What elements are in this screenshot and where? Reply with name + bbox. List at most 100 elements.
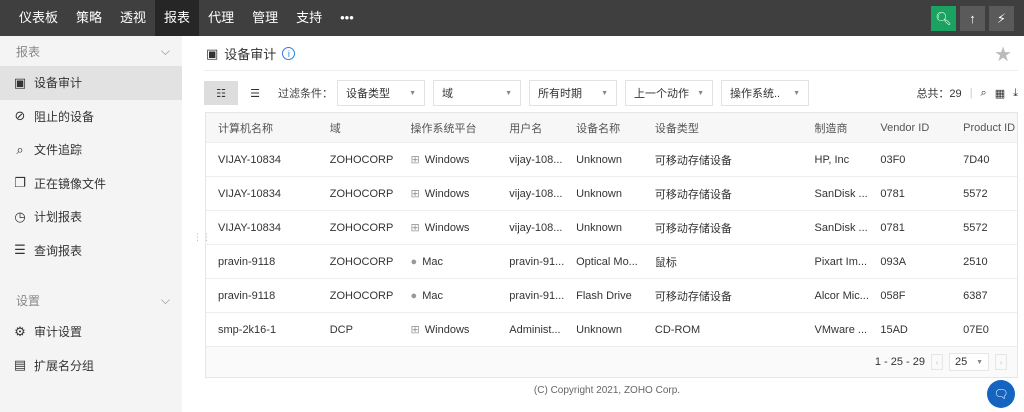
nav-tab-6[interactable]: 支持 <box>287 0 331 36</box>
table-cell: Optical Mo... <box>564 256 643 268</box>
filter-select-3[interactable]: 上一个动作 ▼ <box>625 80 713 106</box>
cell-value: 鼠标 <box>654 256 677 269</box>
table-cell: pravin-91... <box>497 290 564 302</box>
table-cell: CD-ROM <box>643 324 803 336</box>
table-cell: vijay-108... <box>497 188 564 200</box>
settings-section-header[interactable]: 设置 ⌵ <box>0 285 182 315</box>
chevron-down-icon: ▼ <box>601 89 608 97</box>
table-cell: 2510 <box>951 256 1017 268</box>
sidebar: 报表 ⌵ ▣ 设备审计 ⊘ 阻止的设备 ⌕ 文件追踪 ❐ 正在镜像文件 ◷ 计划报表 ☰ 查询报表 设置… <box>0 36 182 412</box>
table-cell: Alcor Mic... <box>803 290 869 302</box>
table-header: 计算机名称域操作系统平台 用户名 设备名称 设备类型 制造商 Vendor ID Produ… <box>206 113 1017 143</box>
favorite-star-icon[interactable]: ★ <box>994 42 1012 67</box>
grid-icon: ☷ <box>216 87 226 100</box>
cell-value: 03F0 <box>880 153 906 166</box>
column-header[interactable]: 计算机名称 <box>206 120 318 136</box>
list-view-button[interactable]: ☰ <box>238 81 272 105</box>
table-cell: DCP <box>318 324 399 336</box>
filter-value: 域 <box>442 88 453 100</box>
search-icon[interactable]: ⌕ <box>981 87 987 100</box>
sidebar-item-0[interactable]: ⚙ 审计设置 <box>0 315 182 349</box>
table-cell: 鼠标 <box>643 254 803 270</box>
table-cell: ZOHOCORP <box>318 222 399 234</box>
column-header[interactable]: Product ID <box>951 122 1017 134</box>
table-cell: 可移动存储设备 <box>643 186 803 202</box>
table-row[interactable]: VIJAY-10834 ZOHOCORP ⊞ Windows vijay-108...… <box>206 177 1017 211</box>
nav-tab-4[interactable]: 代理 <box>199 0 243 36</box>
cell-value: 2510 <box>963 255 988 268</box>
search-button[interactable]: 🔍︎ <box>931 6 956 31</box>
sidebar-item-0[interactable]: ▣ 设备审计 <box>0 66 182 100</box>
lightning-icon: ⚡︎ <box>996 10 1007 26</box>
columns-icon[interactable]: ▦ <box>995 87 1005 100</box>
top-bar: 仪表板 策略 透视 报表 代理 管理 支持 ••• 🔍︎ ↑ ⚡︎ <box>0 0 1024 36</box>
apple-icon: ● <box>410 255 421 268</box>
cell-value: 可移动存储设备 <box>654 290 732 303</box>
nav-tab-2[interactable]: 透视 <box>111 0 155 36</box>
sidebar-item-1[interactable]: ⊘ 阻止的设备 <box>0 100 182 134</box>
filter-select-1[interactable]: 域 ▼ <box>433 80 521 106</box>
sidebar-item-5[interactable]: ☰ 查询报表 <box>0 234 182 268</box>
per-page-value: 25 <box>955 356 968 368</box>
filter-label: 过滤条件： <box>278 88 333 100</box>
cell-value: pravin-9118 <box>218 255 276 268</box>
info-icon[interactable]: i <box>282 47 296 60</box>
cell-value: 7D40 <box>963 153 990 166</box>
table-cell: Pixart Im... <box>803 256 869 268</box>
per-page-select[interactable]: 25 ▼ <box>949 353 989 371</box>
grid-view-button[interactable]: ☷ <box>204 81 238 105</box>
column-header[interactable]: 操作系统平台 <box>399 120 498 136</box>
table-row[interactable]: VIJAY-10834 ZOHOCORP ⊞ Windows vijay-108...… <box>206 211 1017 245</box>
table-row[interactable]: pravin-9118 ZOHOCORP ● Mac pravin-91... Opti… <box>206 245 1017 279</box>
table-cell: Administ... <box>497 324 564 336</box>
reports-section-header[interactable]: 报表 ⌵ <box>0 36 182 66</box>
table-cell: 03F0 <box>868 154 951 166</box>
column-header[interactable]: 设备类型 <box>643 120 803 136</box>
nav-tab-0[interactable]: 仪表板 <box>10 0 67 36</box>
rocket-button[interactable]: ↑ <box>960 6 985 31</box>
export-icon[interactable]: ⤓ <box>1013 87 1018 100</box>
column-header[interactable]: 域 <box>318 120 399 136</box>
nav-tab-3[interactable]: 报表 <box>155 0 200 36</box>
cell-value: 可移动存储设备 <box>654 222 732 235</box>
chevron-down-icon: ▼ <box>409 89 416 97</box>
column-header[interactable]: 制造商 <box>803 120 869 136</box>
file-search-icon: ⌕ <box>16 141 24 157</box>
section-label: 设置 <box>16 293 41 308</box>
sidebar-item-label: 计划报表 <box>34 210 83 225</box>
filter-select-4[interactable]: 操作系统.. ▼ <box>721 80 809 106</box>
table-cell: VIJAY-10834 <box>206 188 318 200</box>
table-cell: 058F <box>868 290 951 302</box>
sidebar-item-2[interactable]: ⌕ 文件追踪 <box>0 133 182 167</box>
filter-select-0[interactable]: 设备类型 ▼ <box>337 80 425 106</box>
column-header[interactable]: 用户名 <box>497 120 564 136</box>
table-row[interactable]: pravin-9118 ZOHOCORP ● Mac pravin-91... Flas… <box>206 279 1017 313</box>
prev-page-button[interactable]: ‹ <box>931 354 943 370</box>
filter-value: 操作系统.. <box>730 88 781 100</box>
table-row[interactable]: smp-2k16-1 DCP ⊞ Windows Administ... Unknown… <box>206 313 1017 347</box>
chat-button[interactable]: 🗨︎ <box>987 380 1015 408</box>
sidebar-item-1[interactable]: ▤ 扩展名分组 <box>0 349 182 383</box>
next-page-button[interactable]: › <box>995 354 1007 370</box>
sidebar-item-3[interactable]: ❐ 正在镜像文件 <box>0 167 182 201</box>
cell-value: vijay-108... <box>509 187 563 200</box>
quick-action-button[interactable]: ⚡︎ <box>989 6 1014 31</box>
filter-select-2[interactable]: 所有时期 ▼ <box>529 80 617 106</box>
table-row[interactable]: VIJAY-10834 ZOHOCORP ⊞ Windows vijay-108...… <box>206 143 1017 177</box>
table-cell: ⊞ Windows <box>399 187 498 200</box>
nav-tab-5[interactable]: 管理 <box>243 0 287 36</box>
column-header[interactable]: 设备名称 <box>564 120 643 136</box>
column-header[interactable]: Vendor ID <box>868 122 951 134</box>
cell-value: SanDisk ... <box>814 221 868 234</box>
chevron-down-icon: ⌵ <box>160 43 170 58</box>
table-cell: 6387 <box>951 290 1017 302</box>
blocked-icon: ⊘ <box>14 108 26 124</box>
sidebar-item-4[interactable]: ◷ 计划报表 <box>0 200 182 234</box>
apple-icon: ● <box>410 289 421 302</box>
more-menu-button[interactable]: ••• <box>331 0 363 36</box>
sidebar-item-label: 审计设置 <box>34 325 83 340</box>
rocket-icon: ↑ <box>969 11 976 26</box>
table-cell: VIJAY-10834 <box>206 154 318 166</box>
nav-tab-1[interactable]: 策略 <box>67 0 111 36</box>
database-icon: ☰ <box>14 242 26 258</box>
